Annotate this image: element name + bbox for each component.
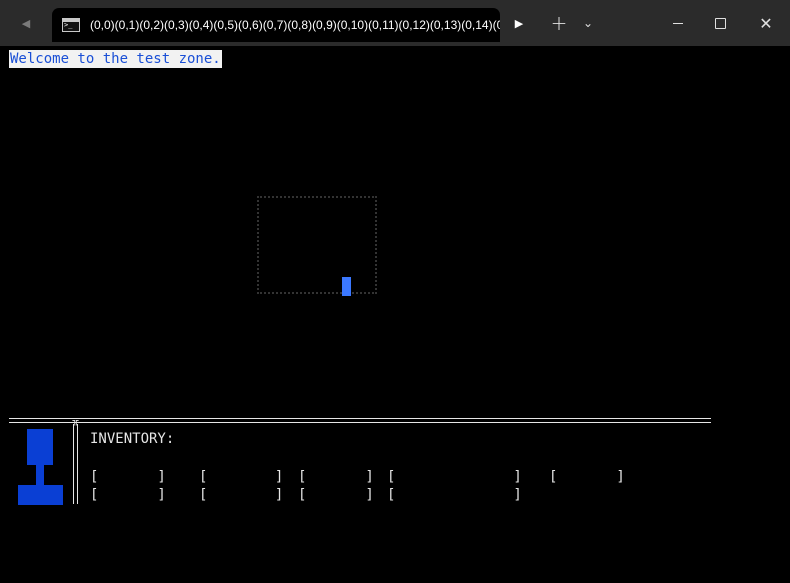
inventory-slot[interactable]: [ ] [387,487,522,503]
character-base [18,485,63,505]
title-bar: ◀ (0,0)(0,1)(0,2)(0,3)(0,4)(0,5)(0,6)(0,… [0,0,790,46]
chevron-left-icon: ◀ [21,16,31,30]
terminal-tab[interactable]: (0,0)(0,1)(0,2)(0,3)(0,4)(0,5)(0,6)(0,7)… [52,8,500,42]
close-icon: ✕ [759,13,773,33]
inventory-slot[interactable]: [ ] [90,487,166,503]
terminal-icon [62,18,80,32]
maximize-button[interactable] [697,0,743,46]
inventory-title: INVENTORY: [90,431,175,447]
plus-icon: + [550,11,568,35]
hud-vertical-divider [73,424,78,504]
character-head [27,429,53,465]
inventory-row-2: [ ] [ ] [ ] [ ] [90,487,522,503]
tab-dropdown-button[interactable]: ⌄ [576,0,600,46]
terminal-viewport[interactable]: Welcome to the test zone. ╦ INVENTORY: [… [0,46,790,533]
new-tab-button[interactable]: + [543,0,575,46]
inventory-slot[interactable]: [ ] [387,469,522,485]
tab-scroll-right-button[interactable]: ▶ [505,0,533,46]
hud-horizontal-divider [9,418,711,423]
tab-scroll-left-button[interactable]: ◀ [6,0,46,46]
inventory-slot[interactable]: [ ] [298,487,374,503]
character-portrait [17,429,65,505]
character-neck [36,465,44,485]
tab-title: (0,0)(0,1)(0,2)(0,3)(0,4)(0,5)(0,6)(0,7)… [90,18,500,32]
inventory-slot[interactable]: [ ] [90,469,166,485]
minimize-icon [673,22,683,24]
welcome-message: Welcome to the test zone. [9,50,222,68]
play-area-border [257,196,377,294]
close-button[interactable]: ✕ [743,0,789,46]
chevron-down-icon: ⌄ [582,16,594,30]
inventory-row-1: [ ] [ ] [ ] [ ] [ ] [90,469,625,485]
inventory-slot[interactable]: [ ] [549,469,625,485]
inventory-slot[interactable]: [ ] [199,469,283,485]
chevron-right-icon: ▶ [514,16,524,30]
minimize-button[interactable] [655,0,701,46]
inventory-slot[interactable]: [ ] [199,487,283,503]
inventory-slot[interactable]: [ ] [298,469,374,485]
maximize-icon [714,17,726,29]
player-cursor [342,277,351,296]
hud-divider-junction: ╦ [72,415,79,426]
